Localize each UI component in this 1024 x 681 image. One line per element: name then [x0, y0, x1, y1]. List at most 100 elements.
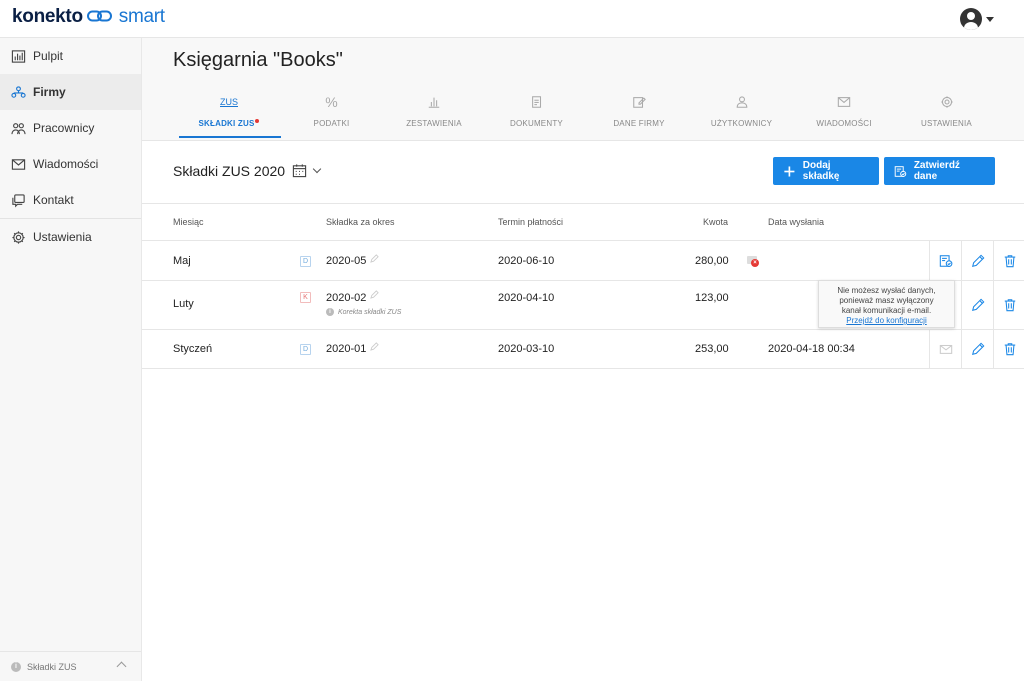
- tab-label: DANE FIRMY: [613, 119, 665, 128]
- zus-icon: ZUS: [220, 97, 238, 107]
- row-amount: 123,00: [695, 292, 729, 304]
- send-error-icon[interactable]: ×: [747, 256, 760, 267]
- correction-note: i Korekta składki ZUS: [326, 308, 401, 316]
- delete-button[interactable]: [993, 330, 1024, 368]
- table-row: Styczeń D 2020-01 2020-03-10 253,00 2020…: [142, 330, 1024, 369]
- row-month: Maj: [173, 255, 191, 267]
- edit-button[interactable]: [961, 241, 993, 280]
- sidebar-item-label: Kontakt: [33, 193, 74, 207]
- edit-period-icon[interactable]: [370, 254, 379, 263]
- send-data-button[interactable]: [929, 241, 961, 280]
- sidebar-item-pracownicy[interactable]: Pracownicy: [0, 110, 141, 146]
- edit-period-icon[interactable]: [370, 290, 379, 299]
- mail-icon: [837, 94, 851, 110]
- tab-bar: ZUS SKŁADKI ZUS % PODATKI ZESTAWIENIA DO…: [178, 94, 998, 128]
- send-disabled-tooltip: Nie możesz wysłać danych, ponieważ masz …: [818, 280, 955, 328]
- sidebar-item-wiadomosci[interactable]: Wiadomości: [0, 146, 141, 182]
- sidebar-item-label: Ustawienia: [33, 230, 92, 244]
- sidebar-item-kontakt[interactable]: Kontakt: [0, 182, 141, 218]
- active-tab-indicator: [179, 136, 281, 138]
- tab-label: UŻYTKOWNICY: [710, 119, 773, 128]
- sidebar-footer-label: Składki ZUS: [27, 661, 77, 672]
- column-header-month: Miesiąc: [173, 217, 204, 227]
- pencil-icon: [971, 342, 984, 355]
- info-icon: i: [11, 661, 21, 672]
- tab-label: WIADOMOŚCI: [816, 119, 872, 128]
- row-period: 2020-02: [326, 292, 367, 304]
- edit-document-icon: [632, 94, 646, 110]
- button-label: Zatwierdź dane: [913, 160, 960, 182]
- row-month: Luty: [173, 298, 194, 310]
- table-header: Miesiąc Składka za okres Termin płatnośc…: [142, 203, 1024, 241]
- delete-button[interactable]: [993, 241, 1024, 280]
- user-menu-button[interactable]: [960, 8, 994, 30]
- sidebar-footer[interactable]: i Składki ZUS: [0, 651, 141, 681]
- tab-wiadomosci[interactable]: WIADOMOŚCI: [793, 94, 895, 128]
- go-to-configuration-link[interactable]: Przejdź do konfiguracji: [819, 316, 954, 326]
- plus-icon: [784, 165, 795, 177]
- notification-dot: [255, 119, 260, 123]
- button-label: Dodaj składkę: [802, 160, 840, 182]
- add-contribution-button[interactable]: Dodaj składkę: [773, 157, 879, 185]
- sidebar-item-label: Pracownicy: [33, 121, 95, 135]
- row-badge: K: [300, 292, 311, 303]
- caret-down-icon: [986, 16, 994, 22]
- documents-icon: [530, 94, 544, 110]
- sidebar-item-ustawienia[interactable]: Ustawienia: [0, 219, 141, 255]
- row-sent-date: 2020-04-18 00:34: [768, 343, 855, 355]
- chevron-down-icon: [312, 164, 322, 174]
- sidebar-item-label: Pulpit: [33, 49, 64, 63]
- company-header: Księgarnia "Books" ZUS SKŁADKI ZUS % POD…: [142, 38, 1024, 141]
- pencil-icon: [971, 298, 984, 311]
- row-due-date: 2020-06-10: [498, 255, 555, 267]
- companies-icon: [11, 85, 26, 98]
- tab-uzytkownicy[interactable]: UŻYTKOWNICY: [691, 94, 793, 128]
- app-logo[interactable]: konekto smart: [12, 6, 165, 28]
- percent-icon: %: [325, 94, 338, 110]
- tab-label: ZESTAWIENIA: [406, 119, 462, 128]
- column-header-sent: Data wysłania: [768, 217, 825, 227]
- trash-icon: [1004, 254, 1015, 267]
- tab-label: PODATKI: [313, 119, 350, 128]
- edit-period-icon[interactable]: [370, 342, 379, 351]
- confirm-document-icon: [894, 165, 907, 177]
- tab-dane-firmy[interactable]: DANE FIRMY: [588, 94, 690, 128]
- contact-icon: [12, 193, 25, 207]
- top-bar: konekto smart: [0, 0, 1024, 38]
- employees-icon: [11, 122, 26, 134]
- logo-main-text: konekto: [12, 6, 83, 27]
- table-row: Maj D 2020-05 2020-06-10 280,00 ×: [142, 241, 1024, 281]
- tooltip-line: Nie możesz wysłać danych,: [837, 286, 936, 295]
- logo-accent-text: smart: [118, 6, 165, 27]
- confirm-data-button[interactable]: Zatwierdź dane: [884, 157, 995, 185]
- dashboard-icon: [11, 49, 26, 63]
- row-badge: D: [300, 344, 311, 355]
- chevron-up-icon[interactable]: [116, 661, 127, 672]
- tab-zestawienia[interactable]: ZESTAWIENIA: [383, 94, 485, 128]
- column-header-period: Składka za okres: [326, 217, 395, 227]
- page-title: Księgarnia "Books": [173, 49, 343, 71]
- tab-label: DOKUMENTY: [510, 119, 563, 128]
- tab-dokumenty[interactable]: DOKUMENTY: [486, 94, 588, 128]
- sent-mail-icon: [939, 344, 952, 354]
- column-header-amount: Kwota: [703, 217, 729, 227]
- delete-button[interactable]: [993, 281, 1024, 329]
- year-picker[interactable]: [292, 163, 322, 178]
- chain-icon: [86, 6, 113, 28]
- edit-button[interactable]: [961, 281, 993, 329]
- edit-button[interactable]: [961, 330, 993, 368]
- tab-skladki-zus[interactable]: ZUS SKŁADKI ZUS: [178, 94, 280, 128]
- sidebar-item-firmy[interactable]: Firmy: [0, 74, 141, 110]
- sidebar-item-pulpit[interactable]: Pulpit: [0, 38, 141, 74]
- trash-icon: [1004, 343, 1015, 356]
- row-period: 2020-01: [326, 343, 367, 355]
- row-amount: 253,00: [695, 343, 729, 355]
- tooltip-line: ponieważ masz wyłączony: [839, 296, 934, 305]
- tab-ustawienia[interactable]: USTAWIENIA: [896, 94, 998, 128]
- gear-icon: [940, 94, 954, 110]
- bar-chart-icon: [427, 94, 441, 110]
- calendar-icon: [292, 164, 307, 178]
- mail-icon: [11, 158, 26, 170]
- tab-label: SKŁADKI ZUS: [198, 119, 255, 128]
- tab-podatki[interactable]: % PODATKI: [281, 94, 383, 128]
